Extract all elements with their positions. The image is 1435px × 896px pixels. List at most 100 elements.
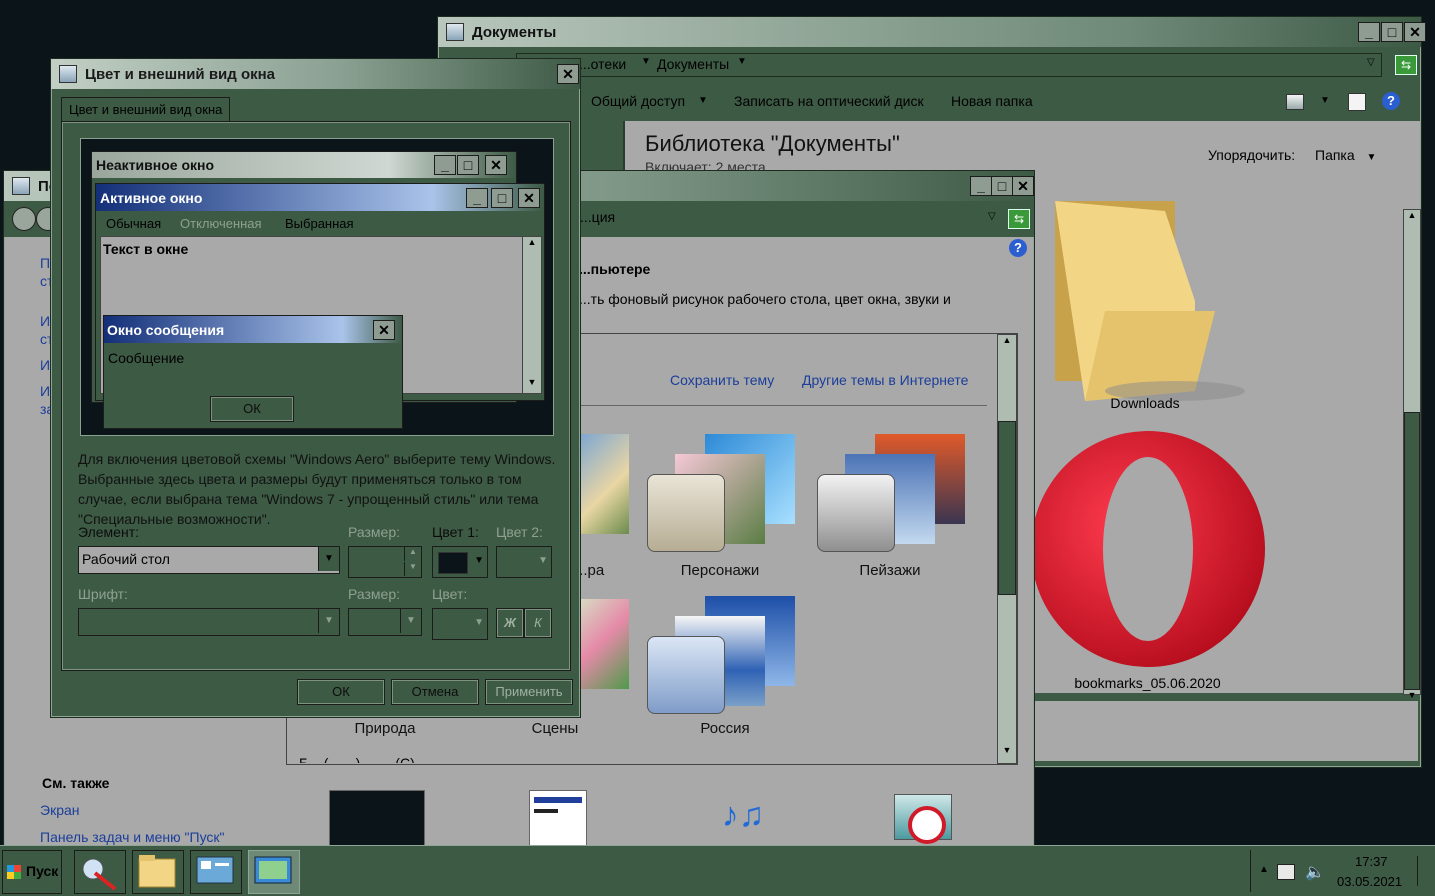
theme-thumb-russia[interactable] bbox=[645, 596, 795, 716]
personalization-icon[interactable] bbox=[248, 850, 300, 894]
start-button[interactable]: Пуск bbox=[2, 850, 62, 894]
burn-button[interactable]: Записать на оптический диск bbox=[734, 93, 924, 109]
show-desktop-button[interactable] bbox=[1417, 856, 1432, 886]
window-color-icon[interactable] bbox=[529, 790, 587, 852]
chevron-down-icon[interactable]: ▼ bbox=[641, 56, 651, 67]
cancel-button[interactable]: Отмена bbox=[391, 679, 479, 705]
arrange-dropdown[interactable]: Папка ▼ bbox=[1315, 147, 1376, 163]
color2-label: Цвет 2: bbox=[496, 524, 543, 540]
element-label: Элемент: bbox=[78, 524, 139, 540]
other-themes-link[interactable]: Другие темы в Интернете bbox=[802, 372, 968, 388]
active-title: Активное окно bbox=[100, 190, 203, 206]
clock-date[interactable]: 03.05.2021 bbox=[1337, 874, 1402, 889]
refresh-icon[interactable]: ⇆ bbox=[1008, 209, 1030, 229]
scroll-thumb[interactable] bbox=[998, 421, 1016, 595]
new-folder-button[interactable]: Новая папка bbox=[951, 93, 1033, 109]
scroll-up-arrow: ▲ bbox=[527, 237, 537, 247]
address-dropdown-icon[interactable]: ▽ bbox=[988, 211, 996, 222]
personalization-icon bbox=[12, 177, 30, 195]
tab-appearance[interactable]: Цвет и внешний вид окна bbox=[61, 97, 231, 122]
save-theme-link[interactable]: Сохранить тему bbox=[670, 372, 774, 388]
network-icon[interactable] bbox=[1277, 864, 1295, 880]
explorer-icon[interactable] bbox=[132, 850, 184, 894]
sounds-icon[interactable]: ♪♫ bbox=[706, 790, 780, 850]
vertical-scrollbar[interactable]: ▲ ▼ bbox=[997, 334, 1017, 764]
msg-title: Окно сообщения bbox=[107, 322, 225, 338]
scroll-down-arrow[interactable]: ▼ bbox=[998, 745, 1016, 763]
minimize-button[interactable]: _ bbox=[1358, 22, 1380, 42]
scroll-thumb[interactable] bbox=[1404, 412, 1420, 690]
see-also-link-display[interactable]: Экран bbox=[40, 802, 80, 818]
volume-icon[interactable]: 🔈 bbox=[1305, 862, 1325, 882]
screensaver-icon[interactable] bbox=[890, 790, 958, 850]
view-options-icon[interactable] bbox=[1286, 94, 1304, 110]
address-crumb[interactable]: ...ция bbox=[580, 209, 615, 225]
font-color-picker: ▼ bbox=[432, 608, 488, 640]
vertical-scrollbar[interactable]: ▲ ▼ bbox=[1403, 209, 1421, 700]
preview-scrollbar: ▲ ▼ bbox=[522, 236, 542, 394]
desktop-background-icon[interactable] bbox=[329, 790, 425, 852]
maximize-button[interactable]: □ bbox=[1381, 22, 1403, 42]
back-button[interactable] bbox=[12, 207, 36, 231]
size-spinner: ▲ ▼ bbox=[348, 546, 422, 578]
close-button[interactable]: ✕ bbox=[1012, 176, 1034, 196]
help-icon[interactable]: ? bbox=[1382, 92, 1400, 110]
library-title: Библиотека "Документы" bbox=[645, 131, 900, 156]
chevron-down-icon[interactable]: ▼ bbox=[737, 56, 747, 67]
maximize-icon: □ bbox=[457, 155, 479, 175]
file-name: Downloads bbox=[1110, 395, 1180, 411]
menu-normal: Обычная bbox=[106, 216, 162, 231]
color1-picker[interactable]: ▼ bbox=[432, 546, 488, 578]
preview-pane-icon[interactable] bbox=[1348, 93, 1366, 111]
scroll-up-arrow[interactable]: ▲ bbox=[1404, 210, 1420, 226]
show-hidden-icons[interactable]: ▲ bbox=[1259, 864, 1269, 875]
chevron-down-icon: ▼ bbox=[1366, 152, 1377, 163]
file-item-downloads[interactable]: Downloads bbox=[1030, 191, 1255, 411]
file-item-bookmarks[interactable]: bookmarks_05.06.2020 bbox=[1030, 431, 1265, 691]
documents-title: Документы bbox=[472, 23, 557, 41]
chevron-down-icon: ▼ bbox=[400, 609, 421, 633]
theme-thumb-characters[interactable] bbox=[645, 434, 795, 554]
share-button[interactable]: Общий доступ bbox=[591, 93, 685, 109]
control-panel-icon[interactable] bbox=[190, 850, 242, 894]
tab-panel: Неактивное окно _ □ ✕ Активное окно _ □ … bbox=[61, 121, 571, 671]
address-crumb-documents[interactable]: Документы bbox=[657, 56, 729, 72]
clock-time[interactable]: 17:37 bbox=[1355, 854, 1388, 869]
menu-disabled: Отключенная bbox=[180, 216, 262, 231]
close-button[interactable]: ✕ bbox=[557, 64, 579, 84]
scroll-down-arrow: ▼ bbox=[527, 377, 537, 387]
see-also-link-taskbar[interactable]: Панель задач и меню "Пуск" bbox=[40, 829, 225, 845]
close-button[interactable]: ✕ bbox=[1404, 22, 1426, 42]
maximize-button[interactable]: □ bbox=[991, 176, 1013, 196]
documents-icon bbox=[446, 23, 464, 41]
minimize-button[interactable]: _ bbox=[970, 176, 992, 196]
chevron-down-icon[interactable]: ▼ bbox=[318, 547, 339, 571]
theme-thumb-landscapes[interactable] bbox=[815, 434, 965, 554]
taskbar: Пуск ▲ 🔈 17:37 03.05.2021 bbox=[0, 845, 1435, 896]
color-dialog: Цвет и внешний вид окна ✕ Цвет и внешний… bbox=[50, 58, 581, 718]
refresh-icon[interactable]: ⇆ bbox=[1395, 55, 1417, 75]
element-value: Рабочий стол bbox=[82, 551, 170, 567]
address-bar[interactable]: ...отеки ▼ Документы ▼ ▽ bbox=[516, 53, 1382, 77]
apply-button: Применить bbox=[485, 679, 573, 705]
chevron-down-icon[interactable]: ▼ bbox=[1320, 95, 1330, 106]
documents-titlebar[interactable]: Документы _ □ ✕ bbox=[438, 17, 1426, 47]
ok-button[interactable]: ОК bbox=[297, 679, 385, 705]
opera-icon bbox=[1031, 431, 1265, 667]
window-text: Текст в окне bbox=[103, 241, 189, 257]
theme-label: Пейзажи bbox=[859, 562, 921, 579]
file-name: bookmarks_05.06.2020 bbox=[1074, 675, 1221, 691]
details-pane bbox=[1033, 701, 1418, 761]
thumb-front bbox=[647, 636, 725, 714]
address-crumb-libraries[interactable]: ...отеки bbox=[579, 56, 626, 72]
address-dropdown-icon[interactable]: ▽ bbox=[1367, 57, 1375, 68]
chevron-down-icon: ▼ bbox=[318, 609, 339, 633]
close-icon: ✕ bbox=[518, 188, 540, 208]
element-dropdown[interactable]: Рабочий стол ▼ bbox=[78, 546, 340, 574]
color-dialog-titlebar[interactable]: Цвет и внешний вид окна ✕ bbox=[51, 59, 580, 89]
chevron-down-icon: ▼ bbox=[474, 555, 484, 566]
scroll-up-arrow[interactable]: ▲ bbox=[998, 335, 1016, 353]
snipping-tool-icon[interactable] bbox=[74, 850, 126, 894]
theme-label: Россия bbox=[700, 720, 750, 737]
help-icon[interactable]: ? bbox=[1009, 239, 1027, 257]
